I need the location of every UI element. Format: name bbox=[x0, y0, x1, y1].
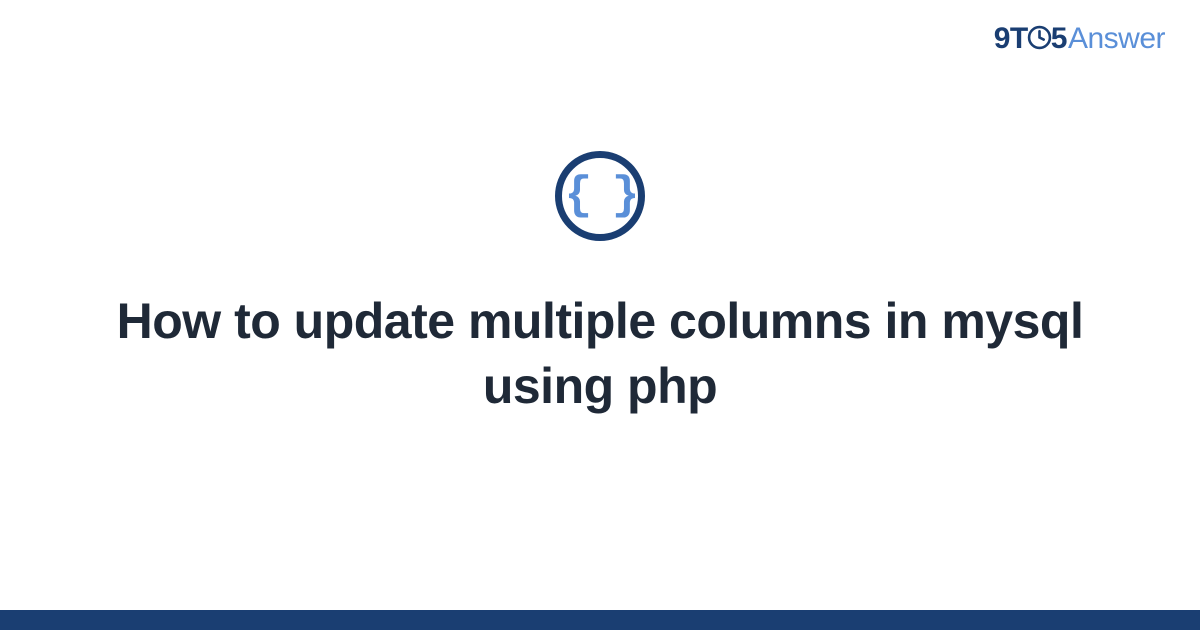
footer-accent-bar bbox=[0, 610, 1200, 630]
page-title: How to update multiple columns in mysql … bbox=[75, 289, 1125, 419]
topic-icon-circle: { } bbox=[555, 151, 645, 241]
main-content: { } How to update multiple columns in my… bbox=[0, 0, 1200, 610]
code-braces-icon: { } bbox=[565, 173, 636, 219]
